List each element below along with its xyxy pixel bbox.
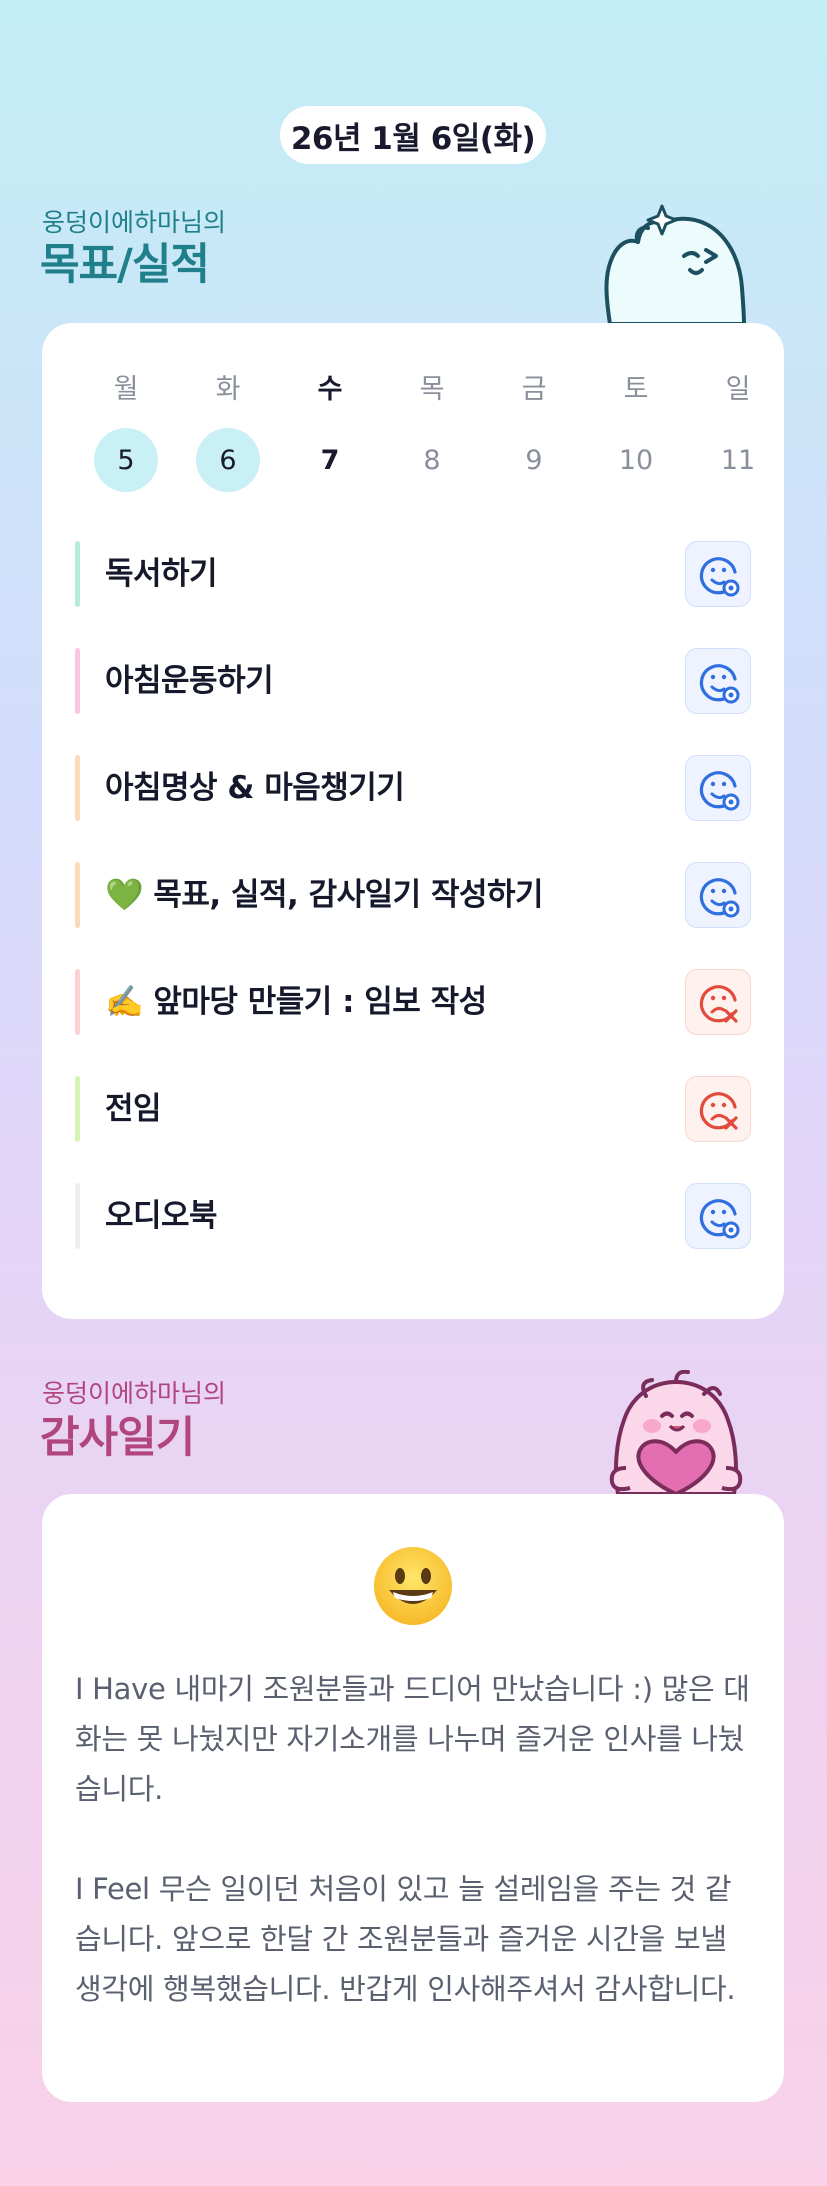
goal-row[interactable]: 💚 목표, 실적, 감사일기 작성하기 [75,862,751,928]
weekday-tue: 화 [215,374,241,405]
date-cell-today[interactable]: 7 [279,427,381,493]
date-cell[interactable]: 8 [381,427,483,493]
goal-label: ✍️ 앞마당 만들기 : 임보 작성 [105,984,487,1020]
sad-x-icon [699,985,738,1023]
goal-color-bar [75,969,80,1035]
grinning-face-icon [374,1547,452,1625]
date-label: 26년 1월 6일(화) [290,120,536,157]
goal-label: 전임 [105,1091,162,1127]
weekday-header: 월 화 수 목 금 토 일 [75,367,789,406]
gratitude-title: 감사일기 [40,1413,195,1463]
weekday-thu: 목 [419,374,445,405]
goal-row[interactable]: 오디오북 [75,1183,751,1249]
date-cell[interactable]: 10 [585,427,687,493]
weekday-wed: 수 [317,374,343,405]
sad-x-icon [699,1092,738,1130]
goal-status-missed-button[interactable] [685,969,751,1035]
goal-status-achieved-button[interactable] [685,755,751,821]
smile-check-icon [699,771,740,811]
date-cell[interactable]: 11 [687,427,789,493]
goal-status-missed-button[interactable] [685,1076,751,1142]
goal-label: 독서하기 [105,556,218,592]
goal-color-bar [75,1183,80,1249]
diary-paragraph-feel: I Feel 무슨 일이던 처음이 있고 늘 설레임을 주는 것 같습니다. 앞… [75,1872,736,2006]
goals-card: 월 화 수 목 금 토 일 5 6 7 8 9 10 11 독서하기 아침운동하기… [42,323,784,1319]
goal-status-achieved-button[interactable] [685,541,751,607]
goal-status-achieved-button[interactable] [685,862,751,928]
diary-paragraph-have: I Have 내마기 조원분들과 드디어 만났습니다 :) 많은 대화는 못 나… [75,1672,750,1806]
goal-color-bar [75,862,80,928]
weekday-fri: 금 [521,374,547,405]
diary-body: I Have 내마기 조원분들과 드디어 만났습니다 :) 많은 대화는 못 나… [75,1664,755,2014]
goal-label: 💚 목표, 실적, 감사일기 작성하기 [105,877,544,913]
weekday-sat: 토 [623,374,649,405]
date-cell[interactable]: 6 [177,427,279,493]
goal-status-achieved-button[interactable] [685,648,751,714]
week-dates: 5 6 7 8 9 10 11 [75,427,789,493]
weekday-sun: 일 [725,374,751,405]
smile-check-icon [699,557,740,597]
goal-row[interactable]: 아침명상 & 마음챙기기 [75,755,751,821]
goal-row[interactable]: 아침운동하기 [75,648,751,714]
goal-color-bar [75,648,80,714]
goal-color-bar [75,755,80,821]
heart-ghost-mascot-icon [609,1370,743,1494]
gratitude-diary-card: I Have 내마기 조원분들과 드디어 만났습니다 :) 많은 대화는 못 나… [42,1494,784,2102]
goal-label: 아침명상 & 마음챙기기 [105,770,405,806]
smile-check-icon [699,1199,740,1239]
goal-status-achieved-button[interactable] [685,1183,751,1249]
goal-color-bar [75,541,80,607]
goals-title: 목표/실적 [40,240,210,290]
date-pill: 26년 1월 6일(화) [280,106,546,164]
goal-row[interactable]: 전임 [75,1076,751,1142]
date-cell[interactable]: 5 [75,427,177,493]
smile-check-icon [699,664,740,704]
date-cell[interactable]: 9 [483,427,585,493]
weekday-mon: 월 [113,374,139,405]
smile-check-icon [699,878,740,918]
ghost-mascot-icon [604,204,746,324]
goal-label: 아침운동하기 [105,663,274,699]
goal-row[interactable]: ✍️ 앞마당 만들기 : 임보 작성 [75,969,751,1035]
goal-label: 오디오북 [105,1198,218,1234]
goal-color-bar [75,1076,80,1142]
goal-row[interactable]: 독서하기 [75,541,751,607]
